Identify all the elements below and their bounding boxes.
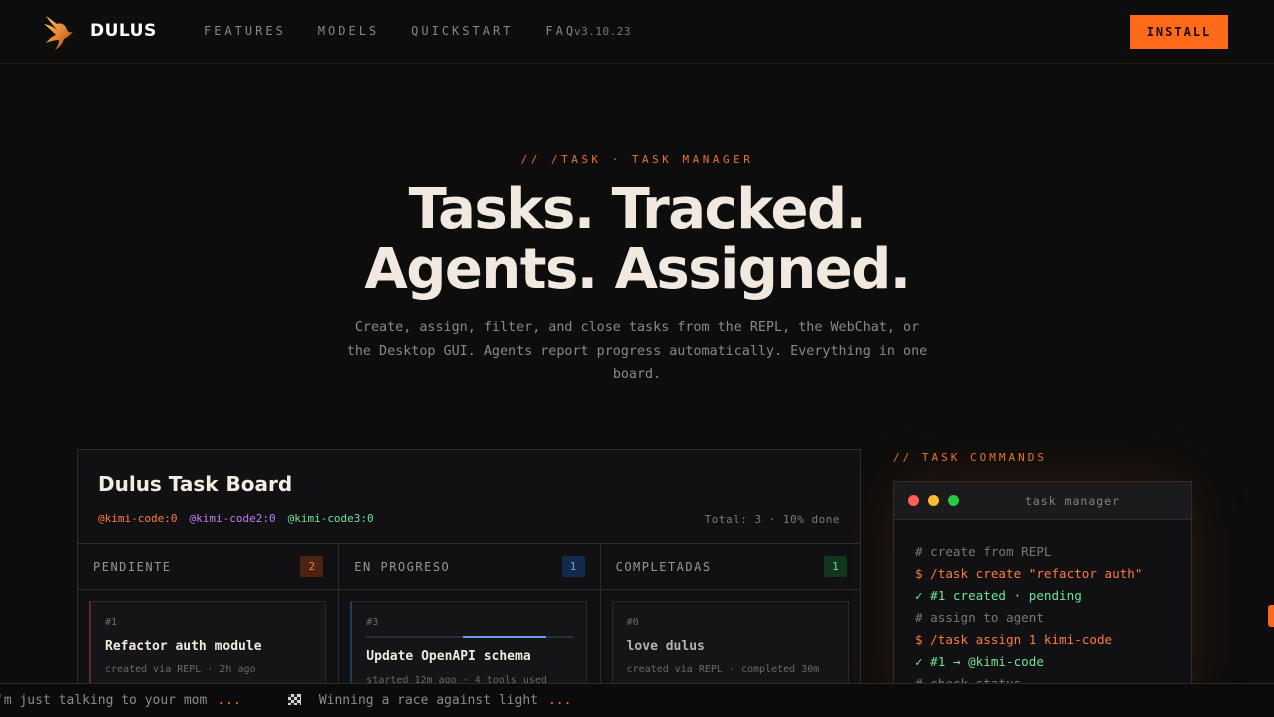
version-label: v3.10.23 xyxy=(574,25,631,38)
terminal-output: # create from REPL $ /task create "refac… xyxy=(915,541,1142,695)
nav-link-faq[interactable]: FAQ xyxy=(545,24,576,38)
agent-list: @kimi-code:0 @kimi-code2:0 @kimi-code3:0 xyxy=(98,512,374,525)
task-meta: created via REPL · 2h ago xyxy=(105,664,256,675)
terminal-line: $ /task create "refactor auth" xyxy=(915,566,1143,581)
terminal-line: # assign to agent xyxy=(915,610,1044,625)
nav-link-quickstart[interactable]: QUICKSTART xyxy=(411,24,513,38)
top-navbar: DULUS FEATURES MODELS QUICKSTART FAQ v3.… xyxy=(0,0,1274,64)
terminal-titlebar: task manager xyxy=(894,482,1191,520)
column-header: EN PROGRESO 1 xyxy=(339,544,600,590)
column-completed: COMPLETADAS 1 #0 love dulus created via … xyxy=(600,544,860,698)
terminal-line: ✓ #1 created · pending xyxy=(915,588,1082,603)
agent-tag[interactable]: @kimi-code:0 xyxy=(98,512,177,525)
column-header: COMPLETADAS 1 xyxy=(600,544,860,590)
bird-logo-icon xyxy=(44,16,73,50)
install-button[interactable]: INSTALL xyxy=(1130,15,1228,49)
nav-links: FEATURES MODELS QUICKSTART FAQ xyxy=(204,24,576,38)
ticker-item: Winning a race against light... xyxy=(288,693,571,708)
terminal-line: # create from REPL xyxy=(915,544,1052,559)
task-title: love dulus xyxy=(626,639,705,654)
hero-title: Tasks. Tracked. Agents. Assigned. xyxy=(0,180,1274,300)
column-count-badge: 2 xyxy=(300,556,324,577)
scroll-indicator[interactable] xyxy=(1268,605,1274,627)
brand-name[interactable]: DULUS xyxy=(90,21,157,41)
hero-title-line-2: Agents. Assigned. xyxy=(364,237,911,302)
column-name: EN PROGRESO xyxy=(354,559,451,574)
task-board: Dulus Task Board @kimi-code:0 @kimi-code… xyxy=(77,449,861,699)
column-pending: PENDIENTE 2 #1 Refactor auth module crea… xyxy=(78,544,340,698)
board-total: Total: 3 · 10% done xyxy=(704,513,840,526)
column-header: PENDIENTE 2 xyxy=(78,544,339,590)
agent-tag[interactable]: @kimi-code3:0 xyxy=(288,512,374,525)
task-progress-fill xyxy=(463,636,547,638)
ticker-item: 'm just talking to your mom... xyxy=(0,693,241,708)
ticker-text: Winning a race against light xyxy=(318,693,538,708)
task-id: #3 xyxy=(366,617,379,628)
column-name: PENDIENTE xyxy=(93,559,172,574)
ticker-dots: ... xyxy=(217,693,241,708)
task-id: #1 xyxy=(105,617,118,628)
task-meta: created via REPL · completed 30m xyxy=(626,664,820,675)
ticker-text: 'm just talking to your mom xyxy=(0,693,208,708)
terminal-title: task manager xyxy=(1024,494,1121,508)
status-ticker: 'm just talking to your mom... Winning a… xyxy=(0,683,1274,717)
terminal-window: task manager # create from REPL $ /task … xyxy=(893,481,1192,711)
commands-eyebrow: // TASK COMMANDS xyxy=(893,451,1047,464)
dulus-logo[interactable] xyxy=(40,12,78,52)
task-progress-bar xyxy=(366,636,574,638)
terminal-line: ✓ #1 → @kimi-code xyxy=(915,654,1044,669)
ticker-dots: ... xyxy=(547,693,572,708)
hero-eyebrow: // /TASK · TASK MANAGER xyxy=(520,153,754,166)
agent-tag[interactable]: @kimi-code2:0 xyxy=(189,512,275,525)
task-id: #0 xyxy=(626,617,639,628)
hero-subtitle: Create, assign, filter, and close tasks … xyxy=(346,320,928,382)
task-title: Update OpenAPI schema xyxy=(366,649,531,664)
hero-title-line-1: Tasks. Tracked. xyxy=(408,177,867,242)
task-title: Refactor auth module xyxy=(105,639,262,654)
terminal-line: $ /task assign 1 kimi-code xyxy=(915,632,1113,647)
checkered-flag-icon xyxy=(288,693,319,708)
column-in-progress: EN PROGRESO 1 #3 Update OpenAPI schema s… xyxy=(339,544,601,698)
column-name: COMPLETADAS xyxy=(615,559,712,574)
nav-link-features[interactable]: FEATURES xyxy=(204,24,286,38)
column-count-badge: 1 xyxy=(823,556,847,577)
board-title: Dulus Task Board xyxy=(98,472,293,496)
column-count-badge: 1 xyxy=(561,556,585,577)
nav-link-models[interactable]: MODELS xyxy=(318,24,379,38)
board-columns: PENDIENTE 2 #1 Refactor auth module crea… xyxy=(78,543,860,698)
